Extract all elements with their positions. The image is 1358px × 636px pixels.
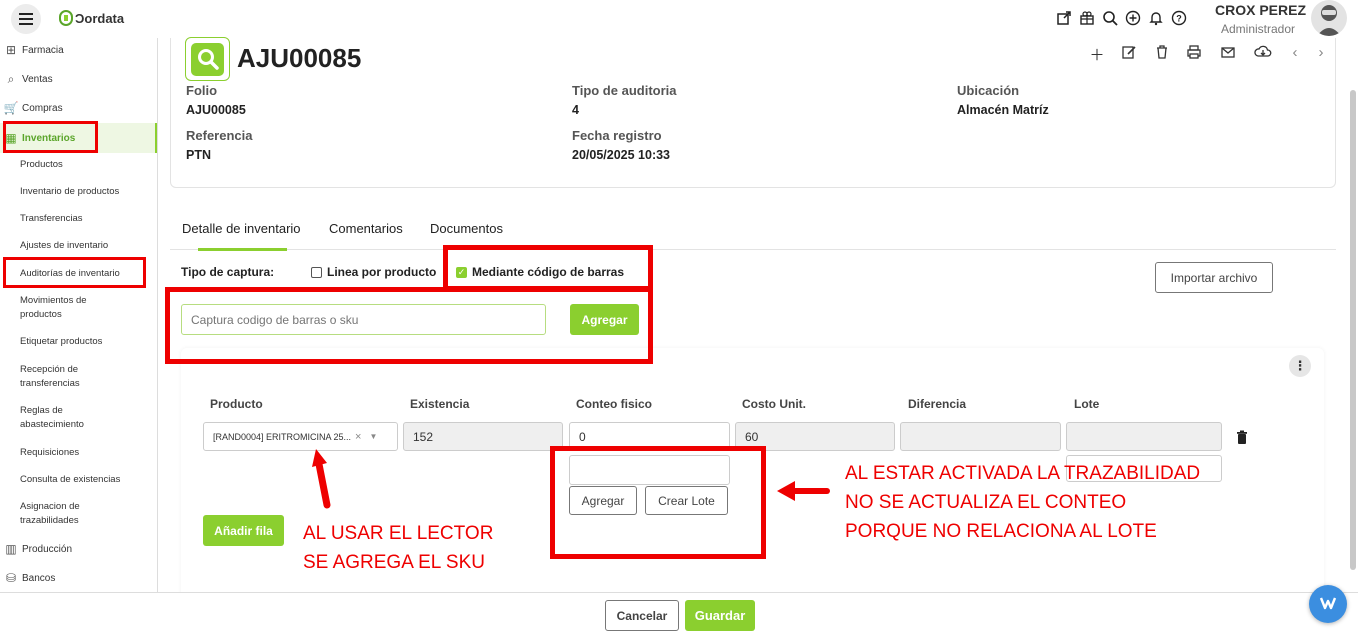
logo-text: Ɔordata bbox=[75, 10, 125, 26]
svg-text:?: ? bbox=[1176, 14, 1182, 24]
bank-icon: ⛁ bbox=[5, 571, 17, 585]
header-producto: Producto bbox=[210, 397, 263, 411]
annotation-box-barcode-input bbox=[165, 287, 653, 364]
annotation-box-lot bbox=[550, 446, 766, 559]
sidebar-item-compras[interactable]: 🛒 Compras bbox=[0, 100, 157, 116]
cancel-button[interactable]: Cancelar bbox=[605, 600, 679, 631]
chevron-right-icon[interactable]: › bbox=[1311, 44, 1331, 64]
bell-icon[interactable] bbox=[1147, 9, 1165, 27]
mail-icon[interactable] bbox=[1218, 44, 1238, 64]
lote-field[interactable] bbox=[1066, 422, 1222, 451]
sidebar-item-movimientos[interactable]: Movimientos de productos bbox=[20, 294, 110, 322]
sidebar-item-ajustes[interactable]: Ajustes de inventario bbox=[20, 239, 150, 253]
fecha-value: 20/05/2025 10:33 bbox=[572, 148, 671, 162]
tipo-label: Tipo de auditoria bbox=[572, 83, 677, 98]
annotation-box-barcode-option bbox=[443, 245, 653, 291]
external-link-icon[interactable] bbox=[1055, 9, 1073, 27]
annotation-arrow-left bbox=[777, 481, 830, 501]
logo-mark-icon bbox=[59, 10, 73, 26]
chat-widget-icon[interactable] bbox=[1309, 585, 1347, 623]
chevron-down-icon[interactable]: ▼ bbox=[369, 432, 377, 441]
user-name[interactable]: CROX PEREZ bbox=[1215, 2, 1306, 18]
sidebar-item-requisiciones[interactable]: Requisiciones bbox=[20, 446, 150, 460]
trash-icon[interactable] bbox=[1152, 44, 1172, 64]
existencia-field: 152 bbox=[403, 422, 563, 451]
header-lote: Lote bbox=[1074, 397, 1100, 411]
footer-bar bbox=[0, 592, 1358, 636]
tipo-value: 4 bbox=[572, 103, 579, 117]
add-circle-icon[interactable] bbox=[1124, 9, 1142, 27]
header-diferencia: Diferencia bbox=[908, 397, 967, 411]
zoom-search-icon[interactable] bbox=[1101, 9, 1119, 27]
production-icon: ▥ bbox=[5, 542, 17, 556]
sidebar-item-ventas[interactable]: ⌕ Ventas bbox=[0, 71, 157, 87]
header-costo: Costo Unit. bbox=[742, 397, 806, 411]
add-icon[interactable]: ＋ bbox=[1087, 44, 1107, 64]
save-button[interactable]: Guardar bbox=[685, 600, 755, 631]
annotation-box-inventarios bbox=[3, 121, 98, 153]
app-logo[interactable]: Ɔordata bbox=[59, 10, 124, 26]
gift-icon[interactable] bbox=[1078, 9, 1096, 27]
pharmacy-icon: ⊞ bbox=[5, 43, 17, 57]
option-line-per-product[interactable]: Linea por producto bbox=[311, 265, 436, 279]
sidebar-item-inventario-productos[interactable]: Inventario de productos bbox=[20, 185, 150, 199]
annotation-trace-note: AL ESTAR ACTIVADA LA TRAZABILIDAD NO SE … bbox=[845, 463, 1201, 542]
tabs-divider bbox=[170, 249, 1336, 250]
sidebar-item-farmacia[interactable]: ⊞ Farmacia bbox=[0, 42, 157, 58]
diferencia-field bbox=[900, 422, 1061, 451]
header-existencia: Existencia bbox=[410, 397, 470, 411]
edit-icon[interactable] bbox=[1119, 44, 1139, 64]
scrollbar[interactable] bbox=[1350, 90, 1356, 570]
search-icon bbox=[197, 49, 219, 70]
avatar[interactable] bbox=[1311, 0, 1347, 36]
ubicacion-label: Ubicación bbox=[957, 83, 1020, 98]
tab-comentarios[interactable]: Comentarios bbox=[329, 221, 403, 236]
ubicacion-value: Almacén Matríz bbox=[957, 103, 1049, 117]
menu-icon[interactable] bbox=[11, 4, 41, 34]
fecha-label: Fecha registro bbox=[572, 128, 662, 143]
user-role: Administrador bbox=[1221, 22, 1296, 36]
sidebar-item-asignacion[interactable]: Asignacion de trazabilidades bbox=[20, 500, 100, 528]
cart-icon: 🛒 bbox=[3, 101, 19, 115]
more-options-icon[interactable]: ⋮ bbox=[1289, 355, 1311, 377]
tab-detalle[interactable]: Detalle de inventario bbox=[182, 221, 301, 236]
audit-badge bbox=[185, 37, 230, 81]
sidebar-item-consulta[interactable]: Consulta de existencias bbox=[20, 473, 150, 487]
help-icon[interactable]: ? bbox=[1170, 9, 1188, 27]
page-title: AJU00085 bbox=[237, 43, 362, 73]
annotation-sku-note: AL USAR EL LECTOR SE AGREGA EL SKU bbox=[303, 523, 494, 573]
annotation-box-auditorias bbox=[3, 257, 146, 288]
folio-label: Folio bbox=[186, 83, 218, 98]
checkbox-line[interactable] bbox=[311, 266, 322, 278]
header-conteo: Conteo fisico bbox=[576, 397, 653, 411]
sales-icon: ⌕ bbox=[7, 71, 15, 86]
download-cloud-icon[interactable] bbox=[1253, 44, 1273, 64]
tab-documentos[interactable]: Documentos bbox=[430, 221, 503, 236]
sidebar-item-etiquetar[interactable]: Etiquetar productos bbox=[20, 335, 150, 349]
capture-type-label: Tipo de captura: bbox=[181, 265, 275, 279]
sidebar-item-transferencias[interactable]: Transferencias bbox=[20, 212, 150, 226]
sidebar-item-bancos[interactable]: ⛁ Bancos bbox=[0, 570, 157, 586]
sidebar-item-reglas[interactable]: Reglas de abastecimiento bbox=[20, 404, 100, 432]
sidebar-item-productos[interactable]: Productos bbox=[20, 158, 150, 172]
import-file-button[interactable]: Importar archivo bbox=[1155, 262, 1273, 293]
add-row-button[interactable]: Añadir fila bbox=[203, 515, 284, 546]
sidebar-item-recepcion[interactable]: Recepción de transferencias bbox=[20, 363, 100, 391]
active-tab-indicator bbox=[198, 248, 287, 251]
print-icon[interactable] bbox=[1184, 44, 1204, 64]
top-bar: Ɔordata ? CROX PEREZ Administrador bbox=[0, 0, 1358, 38]
folio-value: AJU00085 bbox=[186, 103, 246, 117]
annotation-arrow-up bbox=[312, 449, 331, 509]
referencia-label: Referencia bbox=[186, 128, 253, 143]
referencia-value: PTN bbox=[186, 148, 211, 162]
sidebar-item-produccion[interactable]: ▥ Producción bbox=[0, 541, 157, 557]
chevron-left-icon[interactable]: ‹ bbox=[1285, 44, 1305, 64]
clear-icon[interactable]: × bbox=[355, 431, 361, 443]
delete-row-icon[interactable] bbox=[1235, 430, 1249, 444]
